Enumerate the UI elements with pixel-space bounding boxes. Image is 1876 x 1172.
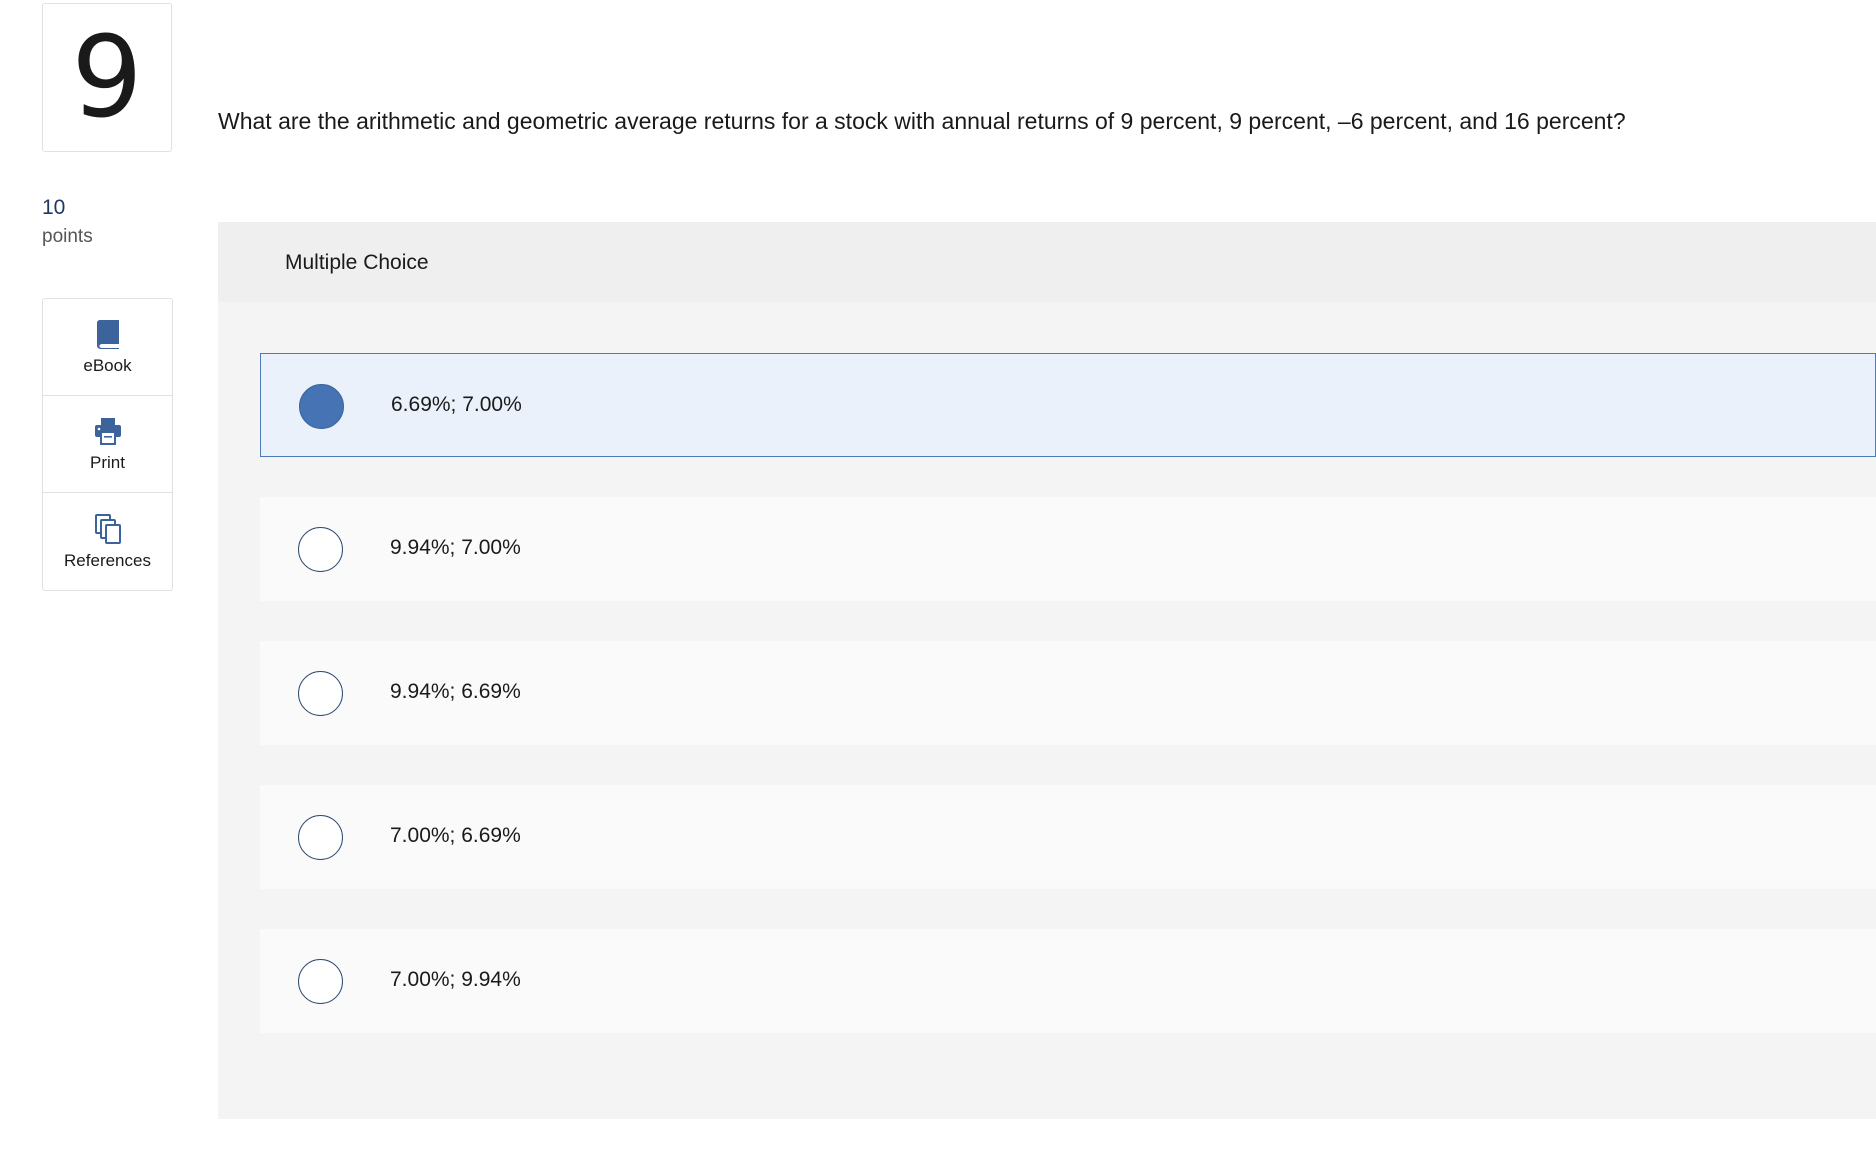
points-value: 10 [42,196,66,219]
question-type-label: Multiple Choice [285,251,429,274]
radio-button[interactable] [299,384,344,429]
choice-text: 6.69%; 7.00% [391,393,522,416]
question-number: 9 [71,12,143,143]
choice-text: 7.00%; 9.94% [390,968,521,991]
choice-text: 9.94%; 6.69% [390,680,521,703]
choice-option-2[interactable]: 9.94%; 7.00% [260,497,1876,601]
answer-panel: Multiple Choice 6.69%; 7.00% 9.94%; 7.00… [218,222,1876,1119]
copy-documents-icon [94,513,121,544]
tools-panel: eBook Print References [42,298,173,591]
question-page: 9 10 points eBook Print References What … [0,0,1876,1172]
ebook-button[interactable]: eBook [43,299,172,396]
choice-option-4[interactable]: 7.00%; 6.69% [260,785,1876,889]
print-label: Print [90,453,125,472]
radio-button[interactable] [298,959,343,1004]
references-button[interactable]: References [43,493,172,590]
radio-button[interactable] [298,527,343,572]
choice-option-3[interactable]: 9.94%; 6.69% [260,641,1876,745]
radio-button[interactable] [298,815,343,860]
choice-option-1[interactable]: 6.69%; 7.00% [260,353,1876,457]
ebook-label: eBook [83,356,132,375]
question-text: What are the arithmetic and geometric av… [218,108,1626,134]
choice-option-5[interactable]: 7.00%; 9.94% [260,929,1876,1033]
answer-panel-header: Multiple Choice [218,222,1876,302]
print-button[interactable]: Print [43,396,172,493]
question-number-box: 9 [42,3,172,152]
references-label: References [64,550,151,570]
points-label: points [42,226,93,247]
printer-icon [94,418,121,445]
radio-button[interactable] [298,671,343,716]
book-icon [96,320,119,349]
choice-text: 7.00%; 6.69% [390,824,521,847]
choice-text: 9.94%; 7.00% [390,536,521,559]
